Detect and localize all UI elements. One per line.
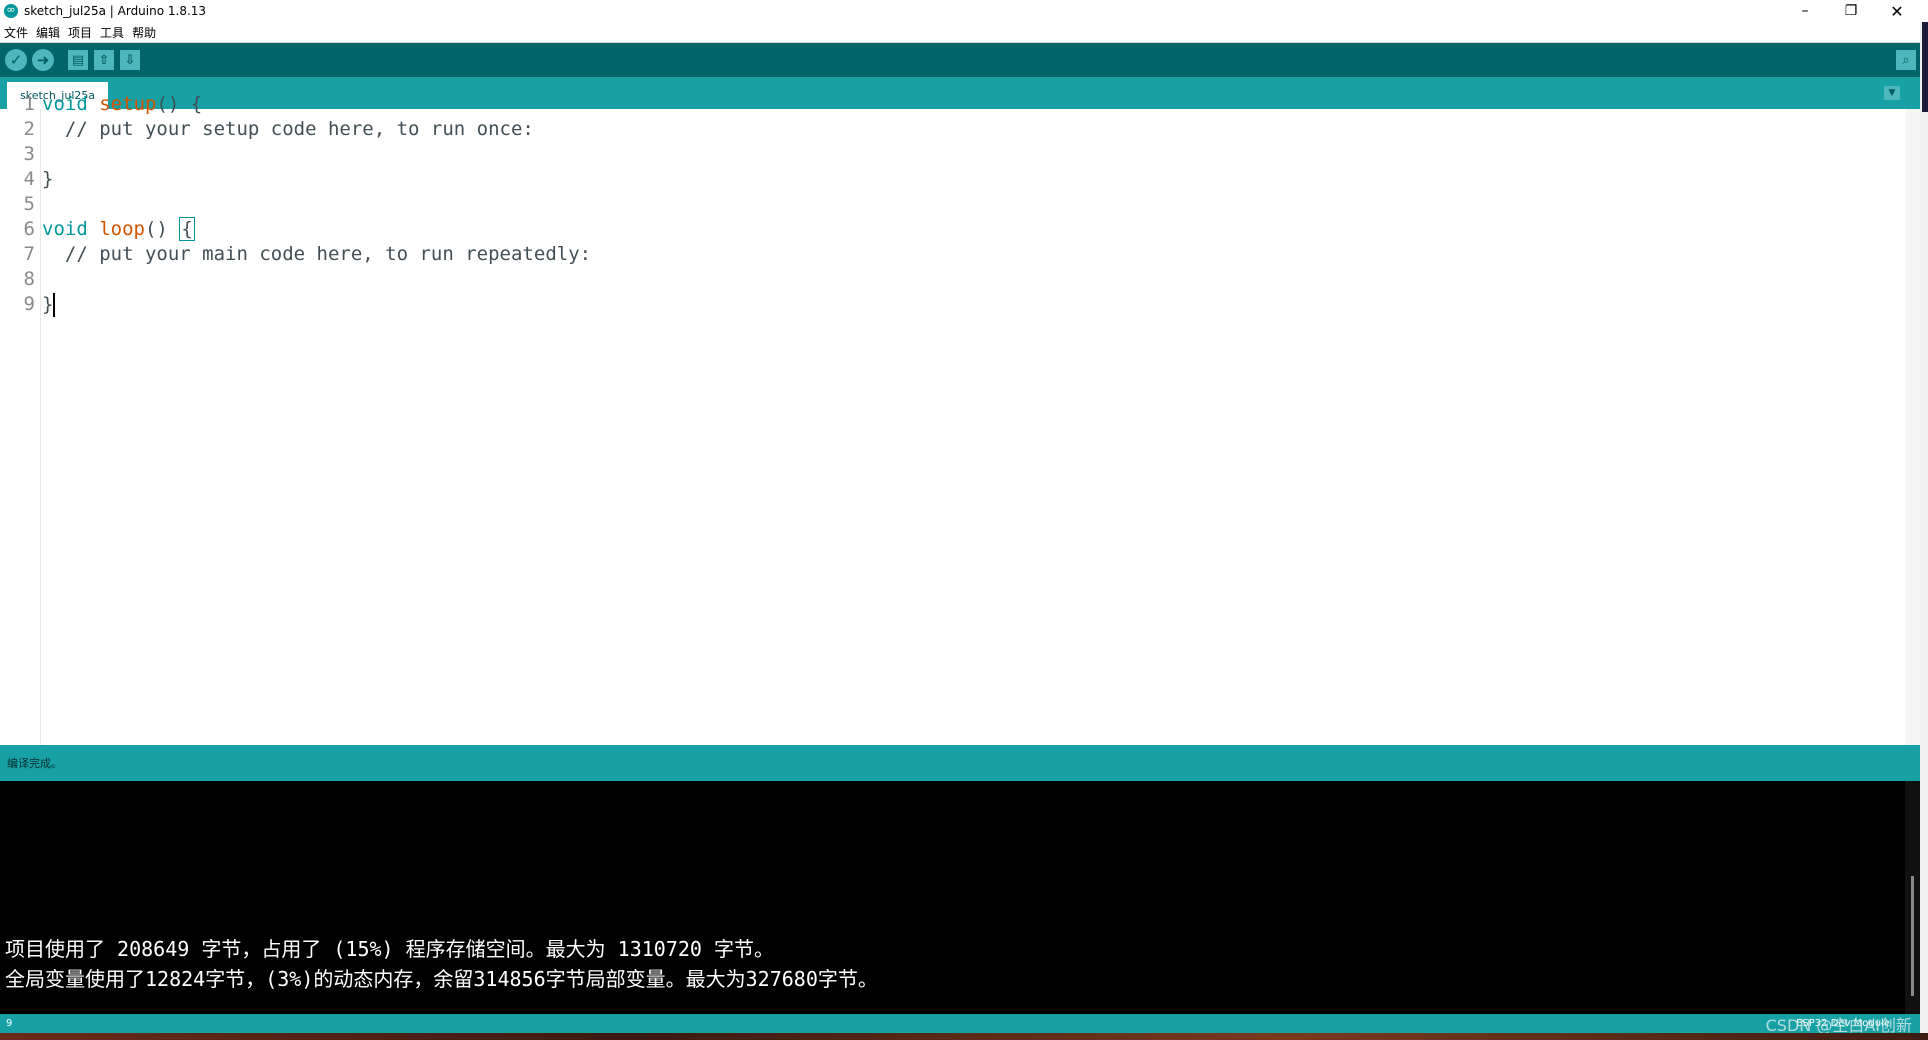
editor-scrollbar[interactable] [1905,109,1920,745]
arduino-logo-icon [4,1,18,19]
text-cursor [53,293,56,317]
code-brace: } [42,168,54,190]
output-console: 项目使用了 208649 字节，占用了 (15%) 程序存储空间。最大为 131… [0,781,1920,1014]
code-line: void setup() { [42,93,202,121]
save-arrow-down-icon: ⇩ [124,52,136,68]
menu-file[interactable]: 文件 [0,24,32,41]
code-punct: () { [156,93,203,115]
code-line: } [42,293,56,321]
close-button[interactable]: ✕ [1874,0,1920,22]
new-button[interactable]: ▤ [68,50,88,70]
line-number: 6 [23,218,35,240]
minimize-button[interactable]: – [1782,0,1828,22]
desktop-strip [0,1033,1928,1040]
code-comment: // put your main code here, to run repea… [42,243,592,265]
open-arrow-up-icon: ⇧ [98,52,110,68]
title-bar: sketch_jul25a | Arduino 1.8.13 – ❐ ✕ [0,0,1928,22]
menu-edit[interactable]: 编辑 [32,24,64,41]
window-right-edge [1920,22,1928,1033]
matched-brace: { [179,217,195,241]
cursor-line-number: 9 [6,1018,13,1029]
status-message: 编译完成。 [7,757,62,770]
menu-tools[interactable]: 工具 [96,24,128,41]
verify-button[interactable]: ✓ [5,49,27,71]
menu-bar: 文件 编辑 项目 工具 帮助 [0,22,1928,43]
code-brace: } [42,293,54,316]
checkmark-icon: ✓ [9,51,23,69]
line-number: 7 [23,243,35,265]
magnifier-icon: ⌕ [1902,52,1910,68]
code-line: void loop() { [42,217,195,246]
serial-monitor-button[interactable]: ⌕ [1896,50,1916,70]
line-number: 8 [23,268,35,290]
line-number: 9 [23,293,35,315]
console-line: 项目使用了 208649 字节，占用了 (15%) 程序存储空间。最大为 131… [5,937,774,961]
footer-bar: 9 ESP32 Dev Module [0,1014,1920,1033]
line-number: 3 [23,143,35,165]
tab-bar: sketch_jul25a ▼ [0,77,1920,109]
keyword-void: void [42,218,88,240]
window-title: sketch_jul25a | Arduino 1.8.13 [24,4,207,18]
code-comment: // put your setup code here, to run once… [42,118,534,140]
code-punct: () [144,218,180,240]
arrow-right-icon: ➜ [36,51,50,69]
menu-help[interactable]: 帮助 [128,24,160,41]
line-number: 5 [23,193,35,215]
code-editor[interactable]: 1 2 3 4 5 6 7 8 9 void setup() { // put … [0,93,1920,745]
chevron-down-icon: ▼ [1888,88,1896,98]
line-number: 4 [23,168,35,190]
upload-button[interactable]: ➜ [32,49,54,71]
line-number: 2 [23,118,35,140]
maximize-button[interactable]: ❐ [1828,0,1874,22]
line-number-gutter: 1 2 3 4 5 6 7 8 9 [0,93,41,745]
console-line: 全局变量使用了12824字节，(3%)的动态内存，余留314856字节局部变量。… [5,967,878,991]
line-number: 1 [23,93,35,115]
console-scrollbar-thumb[interactable] [1911,876,1914,996]
tab-menu-button[interactable]: ▼ [1884,86,1900,100]
function-setup: setup [99,93,157,115]
new-file-icon: ▤ [71,52,85,68]
status-bar: 编译完成。 [0,745,1920,781]
open-button[interactable]: ⇧ [94,50,114,70]
keyword-void: void [42,93,88,115]
menu-sketch[interactable]: 项目 [64,24,96,41]
toolbar: ✓ ➜ ▤ ⇧ ⇩ ⌕ [0,43,1928,77]
save-button[interactable]: ⇩ [120,50,140,70]
function-loop: loop [99,218,145,240]
